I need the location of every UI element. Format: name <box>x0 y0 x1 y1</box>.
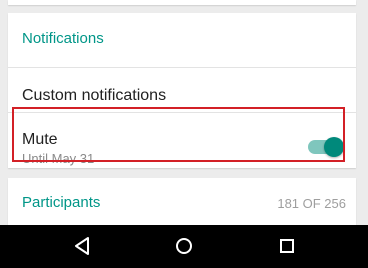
notifications-header: Notifications <box>22 30 104 47</box>
home-circle-icon[interactable] <box>172 234 196 258</box>
custom-notifications-row[interactable]: Custom notifications <box>8 68 356 112</box>
notifications-card: Notifications Custom notifications Mute … <box>8 13 356 168</box>
mute-label: Mute <box>22 131 58 148</box>
system-navigation-bar <box>0 225 368 268</box>
mute-until-label: Until May 31 <box>22 151 95 166</box>
mute-row[interactable]: Mute Until May 31 <box>8 112 356 168</box>
participants-header: Participants <box>22 194 101 211</box>
participants-count: 181 OF 256 <box>277 196 346 211</box>
back-triangle-icon[interactable] <box>70 234 94 258</box>
recents-square-icon[interactable] <box>275 234 299 258</box>
mute-toggle[interactable] <box>306 137 344 157</box>
participants-card: Participants 181 OF 256 <box>8 178 356 228</box>
custom-notifications-label: Custom notifications <box>22 87 167 104</box>
previous-card <box>8 0 356 5</box>
toggle-thumb <box>324 137 344 157</box>
